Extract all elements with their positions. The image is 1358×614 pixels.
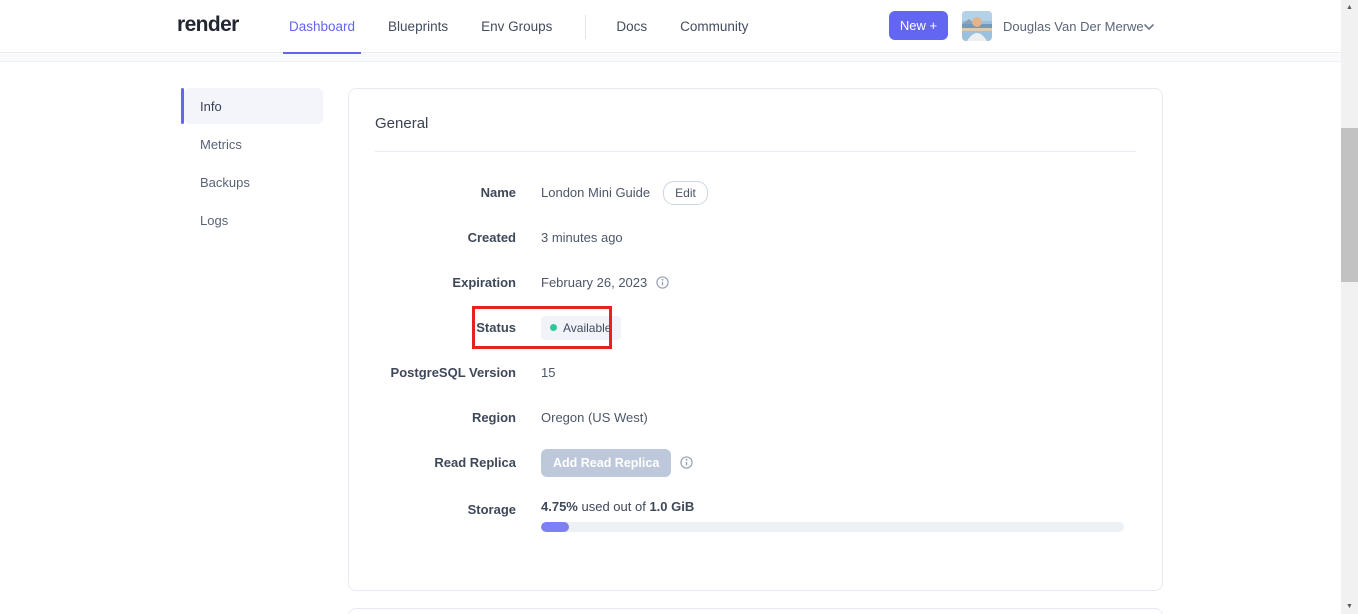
storage-total: 1.0 GiB [649,499,695,514]
new-button[interactable]: New + [889,11,948,40]
region-row: Region Oregon (US West) [349,395,1162,440]
status-badge: Available [541,315,622,340]
storage-usage-text: 4.75% used out of 1.0 GiB [541,499,1124,514]
next-card-edge [348,608,1163,614]
info-icon[interactable] [680,456,693,469]
region-label: Region [471,410,516,425]
service-sidebar: Info Metrics Backups Logs [181,88,323,240]
created-value: 3 minutes ago [541,230,623,245]
postgresql-version-value: 15 [541,365,556,380]
general-fields: Name London Mini Guide Edit Created 3 mi… [349,170,1162,544]
postgresql-version-row: PostgreSQL Version 15 [349,350,1162,395]
created-row: Created 3 minutes ago [349,215,1162,260]
postgresql-version-label: PostgreSQL Version [390,365,516,380]
nav-divider [585,14,587,39]
render-logo[interactable]: render [177,13,239,37]
scroll-down-arrow-icon[interactable]: ▼ [1341,603,1358,610]
scrolled-content-edge [0,54,1341,62]
sidebar-item-backups[interactable]: Backups [184,164,323,200]
name-row: Name London Mini Guide Edit [349,170,1162,215]
created-label: Created [467,230,516,245]
info-icon[interactable] [656,276,669,289]
avatar-photo [962,11,992,41]
nav-item-blueprints[interactable]: Blueprints [385,0,451,53]
storage-used-percent: 4.75% [541,499,578,514]
status-row: Status Available [349,305,1162,350]
sidebar-item-info[interactable]: Info [181,88,323,124]
status-badge-label: Available [563,320,612,335]
expiration-row: Expiration February 26, 2023 [349,260,1162,305]
expiration-value: February 26, 2023 [541,275,648,290]
storage-label: Storage [467,502,516,517]
scrollbar-thumb[interactable] [1341,128,1358,282]
vertical-scrollbar[interactable]: ▲ ▼ [1341,0,1358,614]
card-title: General [375,115,429,132]
add-read-replica-button[interactable]: Add Read Replica [541,448,672,477]
edit-name-button[interactable]: Edit [663,180,708,205]
nav-item-dashboard[interactable]: Dashboard [282,0,362,54]
storage-progress-fill [541,522,569,532]
sidebar-item-logs[interactable]: Logs [184,202,323,238]
name-value: London Mini Guide [541,185,651,200]
storage-used-text: used out of [581,499,646,514]
top-navbar: render Dashboard Blueprints Env Groups D… [0,0,1341,54]
read-replica-row: Read Replica Add Read Replica [349,440,1162,485]
status-dot-icon [550,324,557,331]
expiration-label: Expiration [452,275,516,290]
sidebar-item-metrics[interactable]: Metrics [184,126,323,162]
card-title-divider [375,151,1136,152]
user-avatar[interactable] [962,11,992,41]
general-card: General Name London Mini Guide Edit Crea… [348,88,1163,591]
nav-item-docs[interactable]: Docs [613,0,650,53]
user-name[interactable]: Douglas Van Der Merwe [1003,19,1144,34]
name-label: Name [480,185,516,200]
nav-item-env-groups[interactable]: Env Groups [478,0,555,53]
scroll-up-arrow-icon[interactable]: ▲ [1341,4,1358,11]
storage-progress-track [541,522,1124,532]
region-value: Oregon (US West) [541,410,648,425]
primary-nav: Dashboard Blueprints Env Groups Docs Com… [282,0,778,54]
nav-item-community[interactable]: Community [677,0,751,53]
render-dashboard-page: render Dashboard Blueprints Env Groups D… [0,0,1358,614]
status-label: Status [476,320,516,335]
chevron-down-icon[interactable] [1143,23,1155,31]
read-replica-label: Read Replica [434,455,516,470]
storage-row: Storage 4.75% used out of 1.0 GiB [349,499,1162,544]
